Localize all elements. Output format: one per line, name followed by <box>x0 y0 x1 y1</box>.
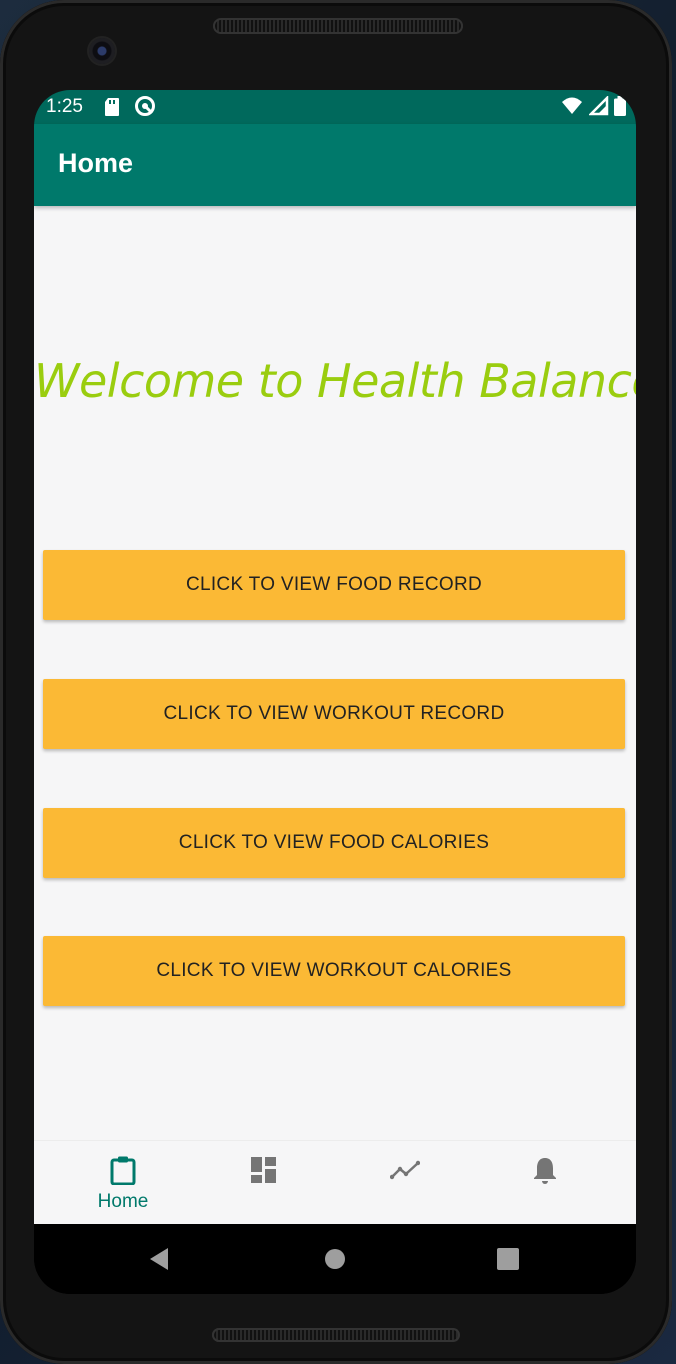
nav-item-trends[interactable] <box>330 1141 480 1225</box>
recents-icon[interactable] <box>493 1244 523 1274</box>
nav-item-home[interactable]: Home <box>48 1141 198 1225</box>
home-circle-icon[interactable] <box>320 1244 350 1274</box>
vpn-icon <box>135 96 155 116</box>
signal-icon <box>587 94 608 116</box>
sd-card-icon <box>105 98 119 116</box>
bottom-navigation: Home <box>34 1140 636 1225</box>
status-bar: 1:25 <box>34 90 636 124</box>
bottom-speaker <box>212 1328 460 1342</box>
phone-frame: 1:25 Home Welcome to Health Balancer CLI… <box>0 0 672 1364</box>
home-content: Welcome to Health Balancer CLICK TO VIEW… <box>34 206 636 1140</box>
back-icon[interactable] <box>144 1244 174 1274</box>
welcome-heading: Welcome to Health Balancer <box>34 354 636 408</box>
page-title: Home <box>58 148 134 178</box>
front-camera <box>89 38 115 64</box>
clipboard-icon <box>110 1156 136 1185</box>
earpiece-speaker <box>213 18 463 34</box>
wifi-icon <box>562 97 583 114</box>
app-bar: Home <box>34 124 636 206</box>
battery-icon <box>614 96 626 116</box>
view-food-calories-button[interactable]: CLICK TO VIEW FOOD CALORIES <box>43 808 625 878</box>
system-navigation-bar <box>34 1224 636 1294</box>
screen: 1:25 Home Welcome to Health Balancer CLI… <box>34 90 636 1294</box>
nav-item-dashboard[interactable] <box>189 1141 339 1225</box>
bell-icon <box>534 1158 556 1184</box>
view-food-record-button[interactable]: CLICK TO VIEW FOOD RECORD <box>43 550 625 620</box>
trend-line-icon <box>390 1160 420 1180</box>
view-workout-calories-button[interactable]: CLICK TO VIEW WORKOUT CALORIES <box>43 936 625 1006</box>
dashboard-icon <box>251 1157 276 1183</box>
status-time: 1:25 <box>46 96 83 117</box>
nav-label-home: Home <box>97 1191 149 1212</box>
status-icons-right <box>561 94 626 122</box>
nav-item-notifications[interactable] <box>470 1141 620 1225</box>
view-workout-record-button[interactable]: CLICK TO VIEW WORKOUT RECORD <box>43 679 625 749</box>
